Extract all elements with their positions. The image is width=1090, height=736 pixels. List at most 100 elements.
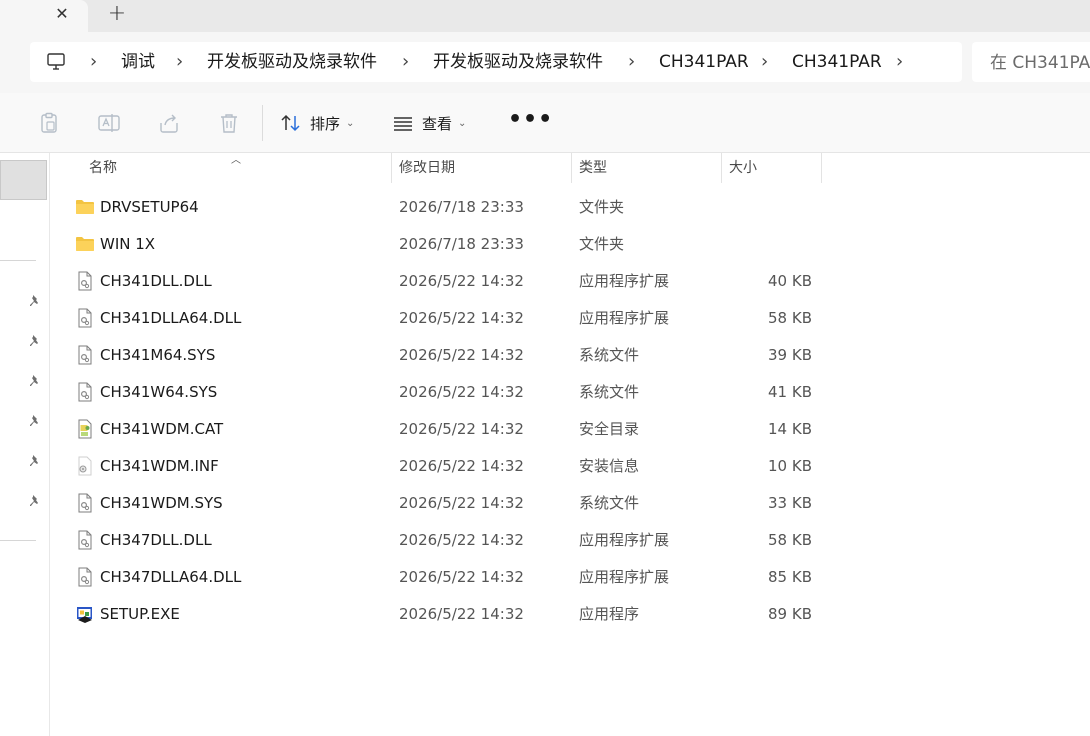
file-date: 2026/5/22 14:32 [399,494,524,512]
column-separator[interactable] [571,153,572,183]
file-row[interactable]: WIN 1X 2026/7/18 23:33 文件夹 [60,226,840,263]
breadcrumb-separator[interactable]: › [761,52,768,72]
dll-file-icon [75,271,95,291]
file-name: DRVSETUP64 [100,198,199,216]
file-name: CH341M64.SYS [100,346,216,364]
column-separator[interactable] [721,153,722,183]
file-name: CH341WDM.SYS [100,494,223,512]
file-row[interactable]: CH341WDM.INF 2026/5/22 14:32 安装信息 10 KB [60,448,840,485]
column-header-type[interactable]: 类型 [579,153,607,183]
view-label: 查看 [422,114,453,133]
more-options-button[interactable]: ••• [508,107,552,139]
address-bar[interactable]: › 调试 › 开发板驱动及烧录软件 › 开发板驱动及烧录软件 › CH341PA… [30,42,962,82]
sys-file-icon [75,382,95,402]
command-bar: 排序 ⌄ 查看 ⌄ ••• [0,93,1090,153]
file-size: 58 KB [768,531,812,549]
file-date: 2026/5/22 14:32 [399,383,524,401]
close-tab-icon[interactable]: ✕ [52,4,72,24]
file-type: 文件夹 [579,235,625,253]
view-button[interactable]: 查看 ⌄ [392,107,466,139]
search-input[interactable]: 在 CH341PAR 中搜索 [972,42,1090,82]
file-size: 89 KB [768,605,812,623]
breadcrumb-separator[interactable]: › [90,52,97,72]
file-size: 14 KB [768,420,812,438]
breadcrumb-separator[interactable]: › [402,52,409,72]
delete-icon[interactable] [217,111,241,135]
new-tab-icon[interactable]: + [106,3,128,25]
file-name: CH347DLLA64.DLL [100,568,242,586]
pin-icon[interactable] [28,494,42,508]
file-name: CH341WDM.INF [100,457,219,475]
file-row[interactable]: SETUP.EXE 2026/5/22 14:32 应用程序 89 KB [60,596,840,633]
nav-divider [0,540,36,541]
column-header-name[interactable]: 名称 [89,153,117,183]
breadcrumb-separator[interactable]: › [896,52,903,72]
inf-file-icon [75,456,95,476]
exe-file-icon [75,604,95,624]
file-size: 85 KB [768,568,812,586]
file-type: 应用程序扩展 [579,272,670,290]
file-type: 应用程序 [579,605,640,623]
breadcrumb-item[interactable]: CH341PAR [792,50,882,74]
file-type: 应用程序扩展 [579,568,670,586]
catalog-file-icon [75,419,95,439]
dll-file-icon [75,530,95,550]
navigation-pane [0,153,50,736]
file-name: CH347DLL.DLL [100,531,212,549]
file-type: 系统文件 [579,383,640,401]
sys-file-icon [75,345,95,365]
file-row[interactable]: CH347DLLA64.DLL 2026/5/22 14:32 应用程序扩展 85 K… [60,559,840,596]
active-tab[interactable]: ✕ [0,0,88,32]
file-type: 应用程序扩展 [579,309,670,327]
file-row[interactable]: DRVSETUP64 2026/7/18 23:33 文件夹 [60,189,840,226]
sort-button[interactable]: 排序 ⌄ [280,107,354,139]
file-row[interactable]: CH347DLL.DLL 2026/5/22 14:32 应用程序扩展 58 KB [60,522,840,559]
breadcrumb-item[interactable]: 开发板驱动及烧录软件 [433,50,603,74]
file-date: 2026/5/22 14:32 [399,531,524,549]
file-date: 2026/5/22 14:32 [399,272,524,290]
column-header-size[interactable]: 大小 [729,153,757,183]
file-date: 2026/5/22 14:32 [399,605,524,623]
file-name: CH341DLL.DLL [100,272,212,290]
dll-file-icon [75,308,95,328]
breadcrumb-separator[interactable]: › [628,52,635,72]
chevron-down-icon: ⌄ [458,117,467,129]
search-placeholder: 在 CH341PAR 中搜索 [990,53,1090,73]
chevron-down-icon: ⌄ [346,117,355,129]
nav-item-selected[interactable] [0,160,47,200]
file-size: 41 KB [768,383,812,401]
sys-file-icon [75,493,95,513]
this-pc-icon[interactable] [46,52,66,72]
column-separator[interactable] [821,153,822,183]
pin-icon[interactable] [28,334,42,348]
column-separator[interactable] [391,153,392,183]
pin-icon[interactable] [28,294,42,308]
column-header-date[interactable]: 修改日期 [399,153,455,183]
rename-icon[interactable] [97,111,121,135]
sort-label: 排序 [310,114,341,133]
breadcrumb-item[interactable]: 调试 [121,50,155,74]
file-row[interactable]: CH341M64.SYS 2026/5/22 14:32 系统文件 39 KB [60,337,840,374]
file-type: 文件夹 [579,198,625,216]
file-type: 系统文件 [579,494,640,512]
folder-icon [75,234,95,254]
file-name: CH341WDM.CAT [100,420,224,438]
file-size: 40 KB [768,272,812,290]
pin-icon[interactable] [28,374,42,388]
file-date: 2026/5/22 14:32 [399,457,524,475]
file-name: WIN 1X [100,235,156,253]
breadcrumb-item[interactable]: CH341PAR [659,50,749,74]
file-row[interactable]: CH341WDM.SYS 2026/5/22 14:32 系统文件 33 KB [60,485,840,522]
pin-icon[interactable] [28,454,42,468]
share-icon[interactable] [157,111,181,135]
pin-icon[interactable] [28,414,42,428]
file-row[interactable]: CH341WDM.CAT 2026/5/22 14:32 安全目录 14 KB [60,411,840,448]
file-row[interactable]: CH341DLL.DLL 2026/5/22 14:32 应用程序扩展 40 KB [60,263,840,300]
breadcrumb-item[interactable]: 开发板驱动及烧录软件 [207,50,377,74]
file-row[interactable]: CH341W64.SYS 2026/5/22 14:32 系统文件 41 KB [60,374,840,411]
breadcrumb-separator[interactable]: › [176,52,183,72]
file-name: CH341W64.SYS [100,383,218,401]
tab-strip: ✕ + [0,0,1090,32]
paste-icon[interactable] [37,111,61,135]
file-row[interactable]: CH341DLLA64.DLL 2026/5/22 14:32 应用程序扩展 58 K… [60,300,840,337]
